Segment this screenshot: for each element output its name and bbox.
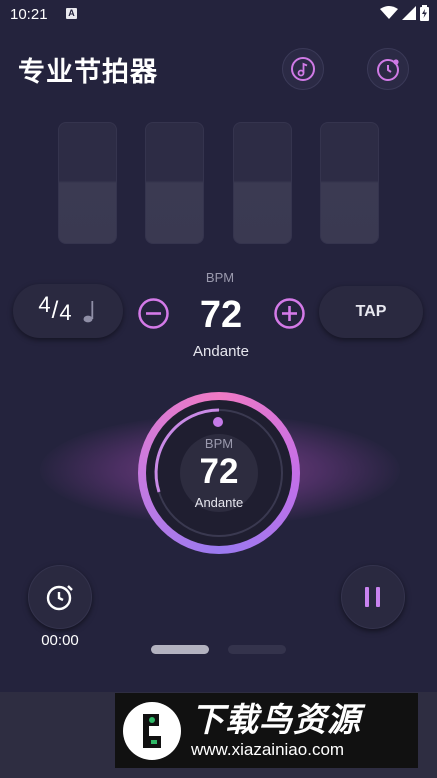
quarter-note-icon bbox=[83, 301, 93, 323]
watermark-title: 下载鸟资源 bbox=[191, 700, 361, 738]
decrease-bpm-button[interactable] bbox=[137, 297, 170, 335]
pause-button[interactable] bbox=[341, 565, 405, 629]
beat-indicator-3[interactable] bbox=[233, 122, 292, 244]
minus-circle-icon bbox=[138, 298, 169, 329]
music-note-icon bbox=[291, 57, 315, 81]
status-time: 10:21 bbox=[10, 6, 48, 23]
pause-icon bbox=[365, 587, 380, 607]
beat-indicator-4[interactable] bbox=[320, 122, 379, 244]
beat-indicator-2[interactable] bbox=[145, 122, 204, 244]
timer-button[interactable] bbox=[28, 565, 92, 629]
tempo-name: Andante bbox=[193, 343, 249, 360]
time-signature-slash: / bbox=[51, 297, 59, 324]
time-signature-bottom: 4 bbox=[59, 300, 72, 325]
bpm-label: BPM bbox=[205, 270, 235, 285]
timer-settings-button[interactable] bbox=[367, 48, 409, 90]
tap-button[interactable]: TAP bbox=[319, 286, 423, 338]
stopwatch-icon bbox=[46, 585, 73, 611]
timer-value: 00:00 bbox=[41, 632, 79, 649]
bpm-value: 72 bbox=[199, 294, 243, 336]
watermark-url: www.xiazainiao.com bbox=[191, 739, 345, 759]
increase-bpm-button[interactable] bbox=[273, 297, 306, 335]
pager-dot-2[interactable] bbox=[228, 645, 286, 654]
watermark-logo bbox=[123, 701, 181, 760]
dial-bpm-label: BPM bbox=[204, 436, 234, 451]
wifi-icon bbox=[380, 6, 398, 19]
time-signature-button[interactable]: 4 / 4 bbox=[13, 284, 123, 338]
pager-dot-1[interactable] bbox=[151, 645, 209, 654]
dial-tempo-name: Andante bbox=[194, 495, 244, 510]
status-icons bbox=[380, 5, 429, 21]
dial-handle[interactable] bbox=[213, 417, 223, 427]
sound-button[interactable] bbox=[282, 48, 324, 90]
page-title: 专业节拍器 bbox=[18, 57, 158, 87]
tap-label: TAP bbox=[355, 303, 387, 320]
signal-icon bbox=[402, 6, 416, 20]
dial-bpm-value: 72 bbox=[199, 452, 239, 491]
watermark-banner: 下载鸟资源 www.xiazainiao.com bbox=[115, 693, 418, 768]
notification-a-icon: A bbox=[66, 8, 77, 19]
plus-circle-icon bbox=[274, 298, 305, 329]
time-signature-top: 4 bbox=[38, 292, 51, 317]
battery-icon bbox=[420, 5, 429, 21]
clock-icon bbox=[377, 59, 399, 81]
beat-indicator-1[interactable] bbox=[58, 122, 117, 244]
